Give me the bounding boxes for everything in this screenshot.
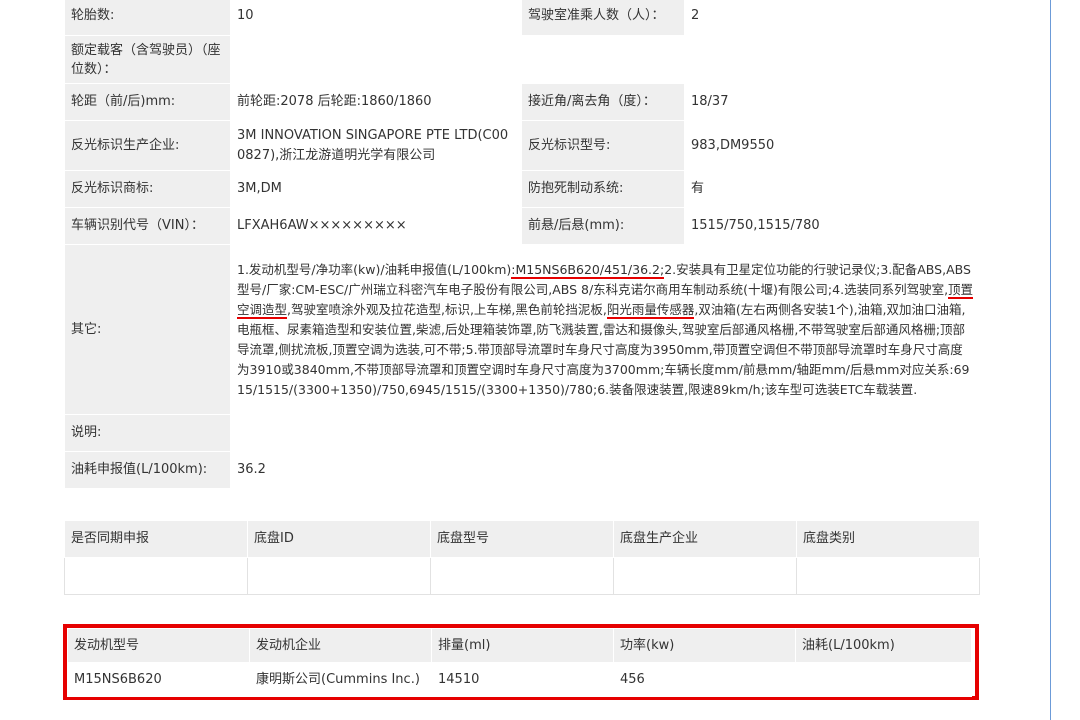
fuel-label: 油耗申报值(L/100km):	[64, 451, 231, 489]
engine-header-model: 发动机型号	[67, 628, 250, 663]
other-value: 1.发动机型号/净功率(kw)/油耗申报值(L/100km):M15NS6B62…	[230, 244, 981, 415]
reflector-brand-value: 3M,DM	[230, 170, 522, 208]
rated-seats-label: 额定载客（含驾驶员）（座位数）：	[64, 35, 231, 84]
page-border	[1050, 0, 1051, 720]
engine-header-power: 功率(kw)	[613, 628, 796, 663]
reflector-maker-label: 反光标识生产企业:	[64, 120, 231, 171]
chassis-table: 是否同期申报 底盘ID 底盘型号 底盘生产企业 底盘类别	[64, 520, 980, 595]
tire-count-label: 轮胎数:	[64, 0, 231, 36]
fuel-value: 36.2	[230, 451, 981, 489]
tire-count-value: 10	[230, 0, 522, 36]
engine-header-maker: 发动机企业	[249, 628, 432, 663]
other-label: 其它:	[64, 244, 231, 415]
table-header-row: 发动机型号 发动机企业 排量(ml) 功率(kw) 油耗(L/100km)	[67, 628, 972, 663]
table-row: 说明:	[64, 414, 981, 452]
table-cell	[796, 557, 980, 595]
table-row: M15NS6B620 康明斯公司(Cummins Inc.) 14510 456	[67, 662, 972, 697]
vehicle-params-table: 轮胎数: 10 驾驶室准乘人数（人）： 2 额定载客（含驾驶员）（座位数）： 轮…	[64, 0, 981, 489]
table-cell	[430, 557, 614, 595]
chassis-header-model: 底盘型号	[430, 520, 614, 558]
table-row: 车辆识别代号（VIN）： LFXAH6AW××××××××× 前悬/后悬(mm)…	[64, 207, 981, 245]
vin-label: 车辆识别代号（VIN）：	[64, 207, 231, 245]
table-row: 额定载客（含驾驶员）（座位数）：	[64, 35, 981, 84]
other-text: 1.发动机型号/净功率(kw)/油耗申报值(L/100km)	[237, 261, 512, 277]
overhang-label: 前悬/后悬(mm):	[521, 207, 685, 245]
abs-value: 有	[684, 170, 981, 208]
cab-passengers-value: 2	[684, 0, 981, 36]
engine-header-fuel: 油耗(L/100km)	[795, 628, 972, 663]
reflector-brand-label: 反光标识商标:	[64, 170, 231, 208]
engine-power-value: 456	[613, 662, 796, 697]
table-row: 反光标识商标: 3M,DM 防抱死制动系统: 有	[64, 170, 981, 208]
rain-sensor-highlight: 阳光雨量传感器	[606, 301, 695, 319]
engine-maker-value: 康明斯公司(Cummins Inc.)	[249, 662, 432, 697]
note-label: 说明:	[64, 414, 231, 452]
approach-departure-angle-value: 18/37	[684, 83, 981, 121]
abs-label: 防抱死制动系统:	[521, 170, 685, 208]
other-text: ,驾驶室喷涂外观及拉花造型,标识,上车梯,黑色前轮挡泥板,	[287, 301, 607, 317]
table-row: 反光标识生产企业: 3M INNOVATION SINGAPORE PTE LT…	[64, 120, 981, 171]
track-width-label: 轮距（前/后)mm:	[64, 83, 231, 121]
cab-passengers-label: 驾驶室准乘人数（人）：	[521, 0, 685, 36]
table-row: 轮胎数: 10 驾驶室准乘人数（人）： 2	[64, 0, 981, 36]
note-value	[230, 414, 981, 452]
table-cell	[247, 557, 431, 595]
chassis-header-id: 底盘ID	[247, 520, 431, 558]
chassis-header-maker: 底盘生产企业	[613, 520, 797, 558]
table-row: 其它: 1.发动机型号/净功率(kw)/油耗申报值(L/100km):M15NS…	[64, 244, 981, 415]
table-cell	[64, 557, 248, 595]
engine-model-value: M15NS6B620	[67, 662, 250, 697]
table-header-row: 是否同期申报 底盘ID 底盘型号 底盘生产企业 底盘类别	[64, 520, 980, 558]
reflector-model-value: 983,DM9550	[684, 120, 981, 171]
rated-seats-value	[230, 35, 981, 84]
reflector-maker-value: 3M INNOVATION SINGAPORE PTE LTD(C000827)…	[230, 120, 522, 171]
table-cell	[613, 557, 797, 595]
engine-spec-highlight: :M15NS6B620/451/36.2;	[511, 261, 665, 279]
track-width-value: 前轮距:2078 后轮距:1860/1860	[230, 83, 522, 121]
engine-displacement-value: 14510	[431, 662, 614, 697]
chassis-header-simultaneous: 是否同期申报	[64, 520, 248, 558]
table-row: 轮距（前/后)mm: 前轮距:2078 后轮距:1860/1860 接近角/离去…	[64, 83, 981, 121]
vin-value: LFXAH6AW×××××××××	[230, 207, 522, 245]
engine-header-displacement: 排量(ml)	[431, 628, 614, 663]
table-row	[64, 557, 980, 595]
reflector-model-label: 反光标识型号:	[521, 120, 685, 171]
overhang-value: 1515/750,1515/780	[684, 207, 981, 245]
chassis-header-category: 底盘类别	[796, 520, 980, 558]
approach-departure-angle-label: 接近角/离去角（度）：	[521, 83, 685, 121]
table-row: 油耗申报值(L/100km): 36.2	[64, 451, 981, 489]
engine-table: 发动机型号 发动机企业 排量(ml) 功率(kw) 油耗(L/100km) M1…	[67, 628, 972, 697]
engine-fuel-value	[795, 662, 972, 697]
